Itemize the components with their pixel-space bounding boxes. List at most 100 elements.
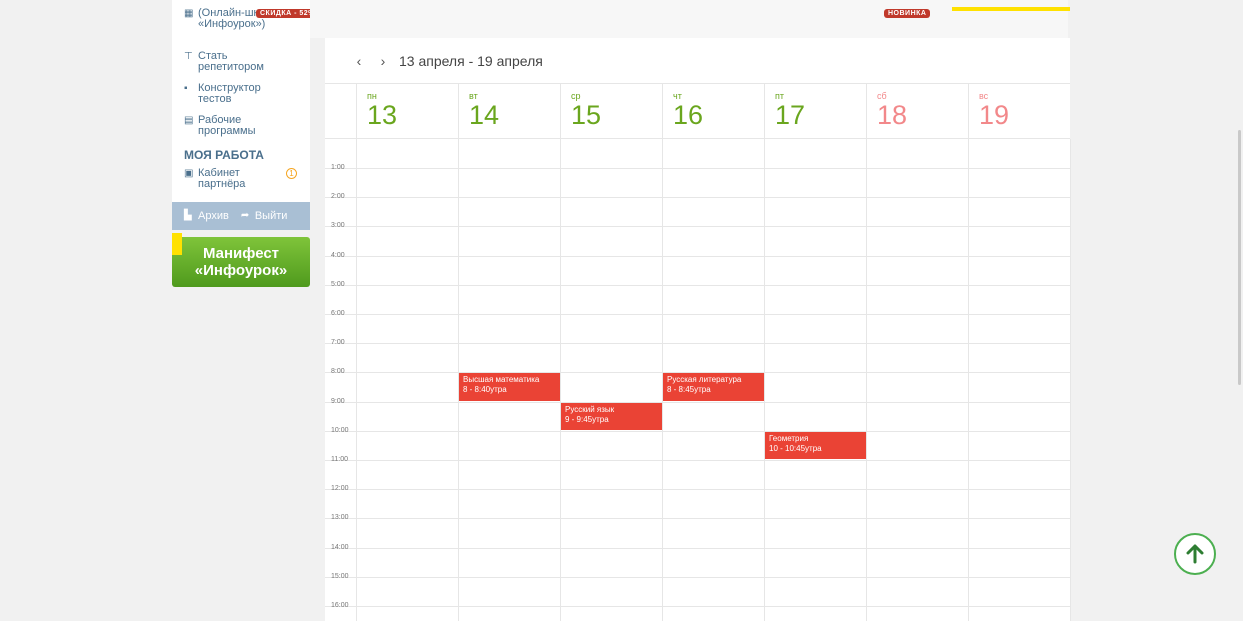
calendar-grid: 1:00 2:00 3:00 4:00 5:00 6:00 7:00 8:00 9:00 10:0… — [325, 138, 1071, 621]
teacher-icon: ⊤ — [184, 51, 193, 62]
new-badge: НОВИНКА — [884, 9, 931, 18]
hour-line — [325, 343, 1070, 345]
hour-line — [325, 314, 1070, 315]
hour-label: 7:00 — [331, 339, 345, 347]
hour-label: 12:00 — [331, 485, 349, 493]
scroll-top-button[interactable] — [1174, 533, 1216, 575]
day-header[interactable]: сб 18 — [866, 84, 968, 138]
day-column-divider — [560, 139, 561, 621]
day-column-divider — [356, 139, 357, 621]
hour-label: 16:00 — [331, 602, 349, 609]
cabinet-icon: ▣ — [184, 168, 194, 179]
hour-label: 15:00 — [331, 572, 349, 580]
exit-label: Выйти — [254, 210, 288, 222]
hour-line — [325, 518, 1070, 520]
hour-line — [325, 576, 1070, 578]
hour-line — [325, 255, 1070, 257]
manifest-button[interactable]: Манифест «Инфоурок» — [172, 237, 310, 287]
hour-label: 5:00 — [331, 280, 345, 288]
event-time: 8 - 8:45утра — [667, 385, 711, 395]
prev-week-button[interactable]: ‹ — [349, 53, 369, 69]
day-column-divider — [1070, 139, 1071, 621]
hour-line — [325, 547, 1070, 549]
event-title: Русский язык — [565, 404, 615, 414]
highlight-strip — [952, 7, 1070, 11]
hour-label: 13:00 — [331, 514, 349, 522]
hour-line — [325, 197, 1070, 199]
hour-label: 14:00 — [331, 543, 349, 551]
arrow-up-icon — [1186, 544, 1204, 564]
hour-line — [325, 168, 1070, 169]
hour-line — [325, 226, 1070, 228]
top-bar — [310, 0, 1068, 38]
partner-count-badge: 1 — [286, 168, 297, 179]
day-column-divider — [764, 139, 765, 621]
hour-label: 11:00 — [331, 456, 348, 463]
sidebar-item-tutor[interactable]: ⊤ Стать репетитором — [184, 51, 264, 73]
hour-line — [325, 284, 1070, 286]
exit-icon: ➦ — [240, 210, 250, 221]
event-title: Высшая математика — [463, 375, 540, 385]
calendar-nav: ‹ › 13 апреля - 19 апреля — [325, 38, 1070, 84]
sidebar-item-partner-cabinet[interactable]: ▣ Кабинет партнёра — [184, 168, 245, 190]
event-time: 9 - 9:45утра — [565, 414, 609, 424]
archive-button[interactable]: ▙ Архив — [184, 210, 229, 222]
day-number: 14 — [469, 100, 500, 130]
hour-label: 2:00 — [331, 193, 345, 201]
hour-line — [325, 430, 1070, 432]
day-number: 15 — [571, 100, 602, 130]
day-number: 13 — [367, 100, 398, 130]
sidebar-item-test-builder[interactable]: ▪ Конструктор тестов — [184, 83, 261, 105]
hour-line — [325, 401, 1070, 403]
hour-label: 1:00 — [331, 164, 345, 171]
sidebar-item-label: Конструктор тестов — [198, 82, 261, 105]
day-number: 18 — [877, 100, 908, 130]
event-time: 8 - 8:40утра — [463, 385, 507, 395]
page-scrollbar[interactable] — [1238, 130, 1241, 385]
sidebar-item-label: Кабинет партнёра — [198, 167, 246, 190]
calendar-event[interactable]: Русский язык 9 - 9:45утра — [561, 402, 662, 430]
day-number: 17 — [775, 100, 806, 130]
event-title: Русская литература — [667, 375, 742, 385]
sidebar-item-label: Стать репетитором — [198, 50, 264, 73]
hour-label: 6:00 — [331, 310, 345, 317]
day-header[interactable]: ср 15 — [560, 84, 662, 138]
hour-label: 3:00 — [331, 222, 345, 230]
sidebar-footer: ▙ Архив ➦ Выйти — [172, 202, 310, 230]
date-range: 13 апреля - 19 апреля — [399, 52, 543, 69]
blocks-icon: ▪ — [184, 83, 188, 94]
day-number: 19 — [979, 100, 1010, 130]
calendar-icon: ▤ — [184, 115, 194, 126]
day-column-divider — [968, 139, 969, 621]
page: ▦ (Онлайн-школа «Инфоурок») ⊤ Стать репе… — [0, 0, 1243, 621]
manifest-line2: «Инфоурок» — [194, 262, 288, 279]
hour-line — [325, 489, 1070, 491]
sidebar: ▦ (Онлайн-школа «Инфоурок») ⊤ Стать репе… — [172, 0, 310, 230]
sidebar-item-work-programs[interactable]: ▤ Рабочие программы — [184, 115, 255, 137]
event-time: 10 - 10:45утра — [769, 443, 822, 453]
hour-label: 9:00 — [331, 397, 345, 405]
next-week-button[interactable]: › — [373, 53, 393, 69]
manifest-flag — [172, 233, 182, 255]
exit-button[interactable]: ➦ Выйти — [241, 210, 288, 222]
calendar-event[interactable]: Геометрия 10 - 10:45утра — [765, 431, 866, 459]
hour-line — [325, 460, 1070, 461]
day-header[interactable]: вт 14 — [458, 84, 560, 138]
calendar-event[interactable]: Русская литература 8 - 8:45утра — [663, 373, 764, 401]
day-header[interactable]: вс 19 — [968, 84, 1070, 138]
day-header[interactable]: пн 13 — [356, 84, 458, 138]
archive-icon: ▙ — [184, 210, 192, 221]
hour-line — [325, 606, 1070, 607]
hour-label: 10:00 — [331, 426, 349, 434]
day-number: 16 — [673, 100, 704, 130]
hour-label: 4:00 — [331, 251, 345, 259]
hour-label: 8:00 — [331, 368, 345, 376]
day-column-divider — [866, 139, 867, 621]
archive-label: Архив — [198, 210, 229, 222]
day-header[interactable]: пт 17 — [764, 84, 866, 138]
day-header[interactable]: чт 16 — [662, 84, 764, 138]
section-title-my-work: МОЯ РАБОТА — [184, 148, 264, 162]
grid-icon: ▦ — [184, 8, 194, 19]
sidebar-item-label: Рабочие программы — [198, 114, 256, 137]
calendar-event[interactable]: Высшая математика 8 - 8:40утра — [459, 373, 560, 401]
